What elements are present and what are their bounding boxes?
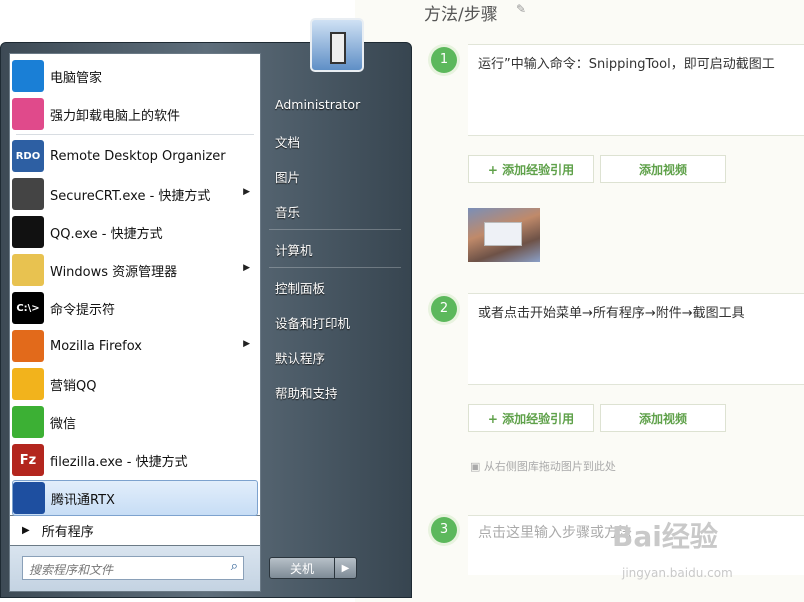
rtx-icon bbox=[13, 482, 45, 514]
program-item-5[interactable]: Windows 资源管理器 ▶ bbox=[12, 252, 258, 288]
pencil-icon[interactable]: ✎ bbox=[516, 2, 526, 16]
program-item-2[interactable]: RDO Remote Desktop Organizer bbox=[12, 138, 258, 174]
triangle-right-icon: ▶ bbox=[22, 525, 30, 536]
right-item-music[interactable]: 音乐 bbox=[275, 202, 300, 221]
cmd-icon: C:\> bbox=[12, 292, 44, 324]
search-icon[interactable]: ⌕ bbox=[231, 559, 238, 574]
add-reference-button-1[interactable]: + 添加经验引用 bbox=[468, 155, 594, 183]
search-area: 搜索程序和文件 ⌕ bbox=[9, 546, 261, 592]
right-item-control-panel[interactable]: 控制面板 bbox=[275, 278, 325, 297]
add-video-button-2[interactable]: 添加视频 bbox=[600, 404, 726, 432]
step-number-3: 3 bbox=[431, 517, 457, 543]
program-label: 营销QQ bbox=[50, 378, 97, 394]
program-label: 命令提示符 bbox=[50, 302, 116, 318]
pinned-programs-pane: 电脑管家强力卸载电脑上的软件 RDO Remote Desktop Organize… bbox=[9, 53, 261, 516]
shutdown-options-arrow-icon[interactable]: ▶ bbox=[335, 557, 357, 579]
shutdown-button[interactable]: 关机 bbox=[269, 557, 335, 579]
right-item-default-programs[interactable]: 默认程序 bbox=[275, 348, 325, 367]
program-label: SecureCRT.exe - 快捷方式 bbox=[50, 188, 211, 204]
program-item-9[interactable]: 微信 bbox=[12, 404, 258, 440]
qq-penguin-icon bbox=[12, 216, 44, 248]
step-2-text[interactable]: 或者点击开始菜单→所有程序→附件→截图工具 bbox=[468, 293, 804, 385]
flower-icon bbox=[12, 98, 44, 130]
baidu-watermark: Bai经验 bbox=[612, 520, 718, 553]
program-item-6[interactable]: C:\> 命令提示符 bbox=[12, 290, 258, 326]
step-number-2: 2 bbox=[431, 296, 457, 322]
program-item-7[interactable]: Mozilla Firefox ▶ bbox=[12, 328, 258, 364]
yingxiao-qq-icon bbox=[12, 368, 44, 400]
wechat-icon bbox=[12, 406, 44, 438]
baidu-watermark-url: jingyan.baidu.com bbox=[622, 566, 733, 580]
program-label: Mozilla Firefox bbox=[50, 338, 142, 354]
submenu-arrow-icon[interactable]: ▶ bbox=[243, 263, 250, 273]
program-label: 腾讯通RTX bbox=[51, 492, 115, 508]
right-separator bbox=[269, 267, 401, 268]
program-item-8[interactable]: 营销QQ bbox=[12, 366, 258, 402]
program-label: Windows 资源管理器 bbox=[50, 264, 178, 280]
user-avatar-lighthouse[interactable] bbox=[310, 18, 364, 72]
filezilla-icon: Fz bbox=[12, 444, 44, 476]
program-label: QQ.exe - 快捷方式 bbox=[50, 226, 163, 242]
pinned-separator bbox=[16, 134, 254, 135]
shield-icon bbox=[12, 60, 44, 92]
right-item-documents[interactable]: 文档 bbox=[275, 132, 300, 151]
program-item-0[interactable]: 电脑管家 bbox=[12, 58, 258, 94]
securecrt-icon bbox=[12, 178, 44, 210]
right-item-devices-printers[interactable]: 设备和打印机 bbox=[275, 313, 350, 332]
search-input[interactable]: 搜索程序和文件 ⌕ bbox=[22, 556, 244, 580]
program-label: filezilla.exe - 快捷方式 bbox=[50, 454, 188, 470]
program-item-11[interactable]: 腾讯通RTX bbox=[12, 480, 258, 516]
folder-icon bbox=[12, 254, 44, 286]
right-item-computer[interactable]: 计算机 bbox=[275, 240, 313, 259]
right-item-administrator[interactable]: Administrator bbox=[275, 97, 360, 112]
search-placeholder: 搜索程序和文件 bbox=[29, 563, 114, 577]
program-item-10[interactable]: Fz filezilla.exe - 快捷方式 bbox=[12, 442, 258, 478]
program-label: 强力卸载电脑上的软件 bbox=[50, 108, 181, 124]
all-programs-button[interactable]: ▶ 所有程序 bbox=[9, 516, 261, 546]
right-item-help-support[interactable]: 帮助和支持 bbox=[275, 383, 338, 402]
program-item-1[interactable]: 强力卸载电脑上的软件 bbox=[12, 96, 258, 132]
right-separator bbox=[269, 229, 401, 230]
step-number-1: 1 bbox=[431, 47, 457, 73]
submenu-arrow-icon[interactable]: ▶ bbox=[243, 187, 250, 197]
add-reference-button-2[interactable]: + 添加经验引用 bbox=[468, 404, 594, 432]
program-label: Remote Desktop Organizer bbox=[50, 148, 226, 164]
submenu-arrow-icon[interactable]: ▶ bbox=[243, 339, 250, 349]
rdo-icon: RDO bbox=[12, 140, 44, 172]
firefox-icon bbox=[12, 330, 44, 362]
program-item-4[interactable]: QQ.exe - 快捷方式 bbox=[12, 214, 258, 250]
all-programs-label: 所有程序 bbox=[41, 525, 94, 540]
section-title: 方法/步骤 bbox=[424, 5, 498, 25]
step-1-image-thumbnail[interactable] bbox=[468, 208, 540, 262]
add-video-button-1[interactable]: 添加视频 bbox=[600, 155, 726, 183]
program-label: 微信 bbox=[50, 416, 77, 432]
step-1-text[interactable]: 运行”中输入命令：SnippingTool，即可启动截图工 bbox=[468, 44, 804, 136]
program-label: 电脑管家 bbox=[50, 70, 103, 86]
right-item-pictures[interactable]: 图片 bbox=[275, 167, 300, 186]
image-icon: ▣ bbox=[470, 460, 484, 473]
image-drop-hint: ▣ 从右侧图库拖动图片到此处 bbox=[470, 460, 616, 473]
start-menu: 电脑管家强力卸载电脑上的软件 RDO Remote Desktop Organize… bbox=[0, 42, 412, 598]
program-item-3[interactable]: SecureCRT.exe - 快捷方式 ▶ bbox=[12, 176, 258, 212]
